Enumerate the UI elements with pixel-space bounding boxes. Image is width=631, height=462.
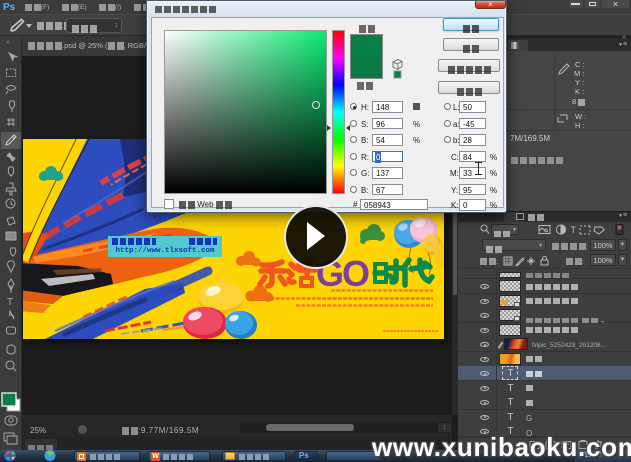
svg-text:T: T xyxy=(7,297,13,308)
svg-text:»: » xyxy=(6,39,10,46)
svg-text:T: T xyxy=(571,225,577,235)
